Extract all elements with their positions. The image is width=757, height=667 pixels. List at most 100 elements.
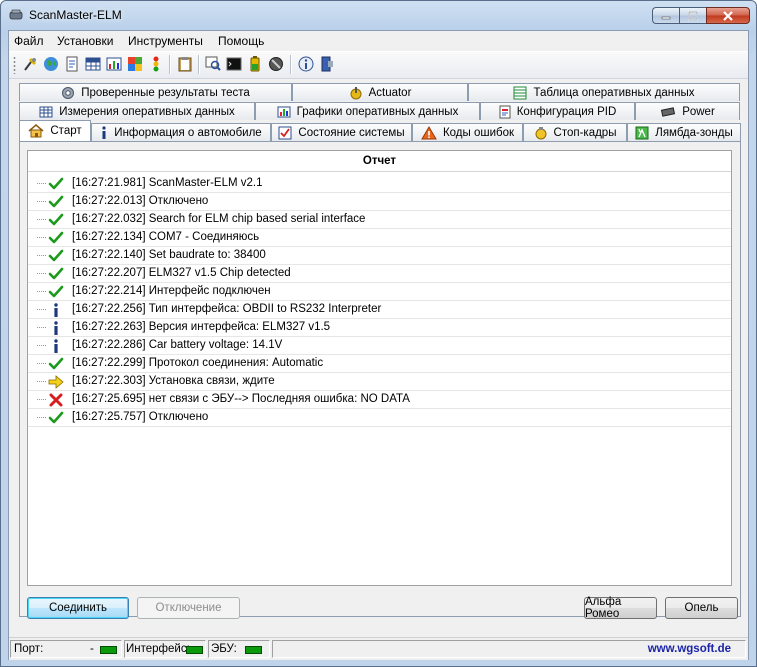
log-row[interactable]: [16:27:22.032] Search for ELM chip based…: [28, 211, 731, 229]
menu-tools[interactable]: Инструменты: [128, 33, 203, 49]
tab-pid-config[interactable]: Конфигурация PID: [480, 102, 635, 120]
title-bar[interactable]: ScanMaster-ELM: [1, 1, 756, 29]
battery-icon[interactable]: [246, 55, 264, 73]
log-row[interactable]: [16:27:22.140] Set baudrate to: 38400: [28, 247, 731, 265]
info-icon[interactable]: [297, 55, 315, 73]
menu-file[interactable]: Файл: [14, 33, 44, 49]
log-text: [16:27:22.140] Set baudrate to: 38400: [72, 249, 266, 261]
check-icon: [48, 266, 64, 282]
document-icon: [499, 105, 511, 119]
report-list[interactable]: Отчет [16:27:21.981] ScanMaster-ELM v2.1…: [27, 150, 732, 586]
log-row[interactable]: [16:27:22.263] Версия интерфейса: ELM327…: [28, 319, 731, 337]
log-row[interactable]: [16:27:22.207] ELM327 v1.5 Chip detected: [28, 265, 731, 283]
flag-icon[interactable]: [126, 55, 144, 73]
menu-help[interactable]: Помощь: [218, 33, 264, 49]
grid-icon[interactable]: [84, 55, 102, 73]
log-text: [16:27:25.757] Отключено: [72, 411, 209, 423]
log-text: [16:27:22.207] ELM327 v1.5 Chip detected: [72, 267, 291, 279]
tab-system-status[interactable]: Состояние системы: [271, 123, 412, 141]
tab-power[interactable]: Power: [635, 102, 740, 120]
tab-error-codes[interactable]: Коды ошибок: [412, 123, 523, 141]
log-row[interactable]: [16:27:22.299] Протокол соединения: Auto…: [28, 355, 731, 373]
tab-test-results[interactable]: Проверенные результаты теста: [19, 83, 292, 101]
opel-button[interactable]: Опель: [665, 597, 738, 619]
tree-line: [37, 327, 46, 328]
tab-live-data-measure[interactable]: Измерения оперативных данных: [19, 102, 255, 120]
check-icon: [48, 212, 64, 228]
globe-icon[interactable]: [42, 55, 60, 73]
tree-line: [37, 417, 46, 418]
traffic-light-icon[interactable]: [147, 55, 165, 73]
check-icon: [48, 230, 64, 246]
check-icon: [48, 194, 64, 210]
log-text: [16:27:22.013] Отключено: [72, 195, 209, 207]
tab-live-data-table[interactable]: Таблица оперативных данных: [468, 83, 740, 101]
grid-icon: [39, 106, 53, 118]
log-row[interactable]: [16:27:21.981] ScanMaster-ELM v2.1: [28, 175, 731, 193]
log-text: [16:27:22.256] Тип интерфейса: OBDII to …: [72, 303, 382, 315]
tab-freeze-frames[interactable]: Стоп-кадры: [523, 123, 627, 141]
search-icon[interactable]: [204, 55, 222, 73]
warning-icon: [421, 125, 437, 140]
chip-icon: [660, 106, 676, 117]
sensor-icon[interactable]: [267, 55, 285, 73]
document-icon[interactable]: [63, 55, 81, 73]
exit-icon[interactable]: [318, 55, 336, 73]
tab-live-data-graphs[interactable]: Графики оперативных данных: [255, 102, 480, 120]
interface-label: Интерфейс:: [126, 643, 190, 655]
log-text: [16:27:22.214] Интерфейс подключен: [72, 285, 271, 297]
tab-label: Старт: [50, 125, 82, 137]
alfa-romeo-button[interactable]: Альфа Ромео: [584, 596, 657, 620]
clipboard-icon[interactable]: [176, 55, 194, 73]
info-icon: [100, 125, 108, 140]
log-text: [16:27:22.286] Car battery voltage: 14.1…: [72, 339, 283, 351]
tree-line: [37, 291, 46, 292]
port-label: Порт:: [14, 643, 44, 655]
minimize-button[interactable]: [652, 7, 679, 24]
log-row[interactable]: [16:27:22.214] Интерфейс подключен: [28, 283, 731, 301]
log-row[interactable]: [16:27:22.013] Отключено: [28, 193, 731, 211]
website-link[interactable]: www.wgsoft.de: [648, 641, 731, 657]
toolbar-grip[interactable]: [13, 56, 16, 74]
tree-line: [37, 363, 46, 364]
log-row[interactable]: [16:27:22.303] Установка связи, ждите: [28, 373, 731, 391]
chart-icon: [277, 106, 291, 118]
log-text: [16:27:25.695] нет связи с ЭБУ--> Послед…: [72, 393, 410, 405]
log-text: [16:27:22.303] Установка связи, ждите: [72, 375, 275, 387]
gear-icon: [61, 86, 75, 100]
tab-label: Лямбда-зонды: [655, 126, 733, 139]
tab-label: Графики оперативных данных: [296, 105, 459, 118]
disconnect-button[interactable]: Отключение: [137, 597, 240, 619]
app-window: ScanMaster-ELM Файл Установки Инструмент…: [0, 0, 757, 667]
check-icon: [48, 356, 64, 372]
chart-icon[interactable]: [105, 55, 123, 73]
connect-button[interactable]: Соединить: [27, 597, 129, 619]
log-row[interactable]: [16:27:22.134] COM7 - Соединяюсь: [28, 229, 731, 247]
status-interface-cell: Интерфейс:: [124, 640, 206, 658]
log-row[interactable]: [16:27:22.256] Тип интерфейса: OBDII to …: [28, 301, 731, 319]
tab-actuator[interactable]: Actuator: [292, 83, 468, 101]
status-ecu-cell: ЭБУ:: [208, 640, 270, 658]
client-area: Файл Установки Инструменты Помощь Провер…: [8, 30, 749, 660]
connect-icon[interactable]: [21, 55, 39, 73]
info-icon: [48, 320, 64, 336]
maximize-button[interactable]: [679, 7, 706, 24]
log-row[interactable]: [16:27:25.757] Отключено: [28, 409, 731, 427]
tab-label: Измерения оперативных данных: [59, 105, 235, 118]
start-tab-panel: Отчет [16:27:21.981] ScanMaster-ELM v2.1…: [19, 141, 741, 620]
close-button[interactable]: [706, 7, 750, 24]
log-row[interactable]: [16:27:22.286] Car battery voltage: 14.1…: [28, 337, 731, 355]
log-row[interactable]: [16:27:25.695] нет связи с ЭБУ--> Послед…: [28, 391, 731, 409]
status-bar: Порт: - Интерфейс: ЭБУ: www.wgsoft.de: [9, 637, 748, 660]
report-header: Отчет: [28, 151, 731, 172]
tab-lambda[interactable]: Лямбда-зонды: [627, 123, 741, 141]
tab-label: Стоп-кадры: [553, 126, 617, 139]
tab-label: Проверенные результаты теста: [81, 86, 250, 99]
menu-settings[interactable]: Установки: [57, 33, 113, 49]
tab-start[interactable]: Старт: [19, 120, 91, 141]
toolbar-separator: [169, 55, 171, 74]
terminal-icon[interactable]: [225, 55, 243, 73]
maximize-icon: [688, 11, 698, 20]
tab-vehicle-info[interactable]: Информация о автомобиле: [91, 123, 271, 141]
tree-line: [37, 309, 46, 310]
